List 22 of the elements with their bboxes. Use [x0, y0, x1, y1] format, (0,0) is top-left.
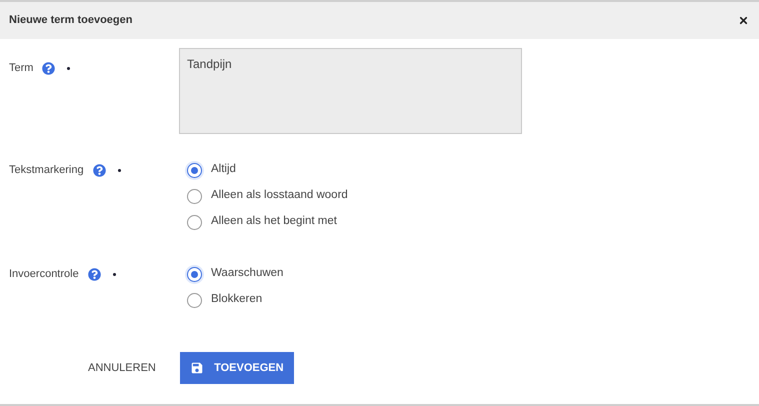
radio-option[interactable]: Alleen als het begint met	[187, 212, 348, 232]
radio-option[interactable]: Blokkeren	[187, 290, 284, 310]
term-field[interactable]: Tandpijn	[179, 48, 522, 134]
radio-button[interactable]	[187, 266, 202, 282]
radio-button[interactable]	[187, 292, 202, 308]
radio-button[interactable]	[187, 188, 202, 204]
save-icon	[190, 361, 204, 375]
field-label: Tekstmarkering	[9, 162, 84, 178]
help-icon[interactable]	[88, 268, 101, 280]
help-icon[interactable]	[42, 62, 56, 74]
help-icon[interactable]	[92, 164, 106, 176]
close-icon[interactable]	[738, 15, 749, 26]
field-label: Invoercontrole	[9, 266, 79, 282]
dialog-title: Nieuwe term toevoegen	[9, 13, 132, 28]
field-label: Term	[9, 60, 34, 76]
radio-option[interactable]: Altijd	[187, 160, 348, 180]
radio-option[interactable]: Waarschuwen	[187, 264, 284, 284]
radio-button[interactable]	[187, 214, 202, 230]
radio-option[interactable]: Alleen als losstaand woord	[187, 186, 348, 206]
radio-button[interactable]	[187, 162, 202, 178]
cancel-button[interactable]: ANNULEREN	[88, 352, 156, 384]
submit-button[interactable]: TOEVOEGEN	[180, 352, 294, 384]
